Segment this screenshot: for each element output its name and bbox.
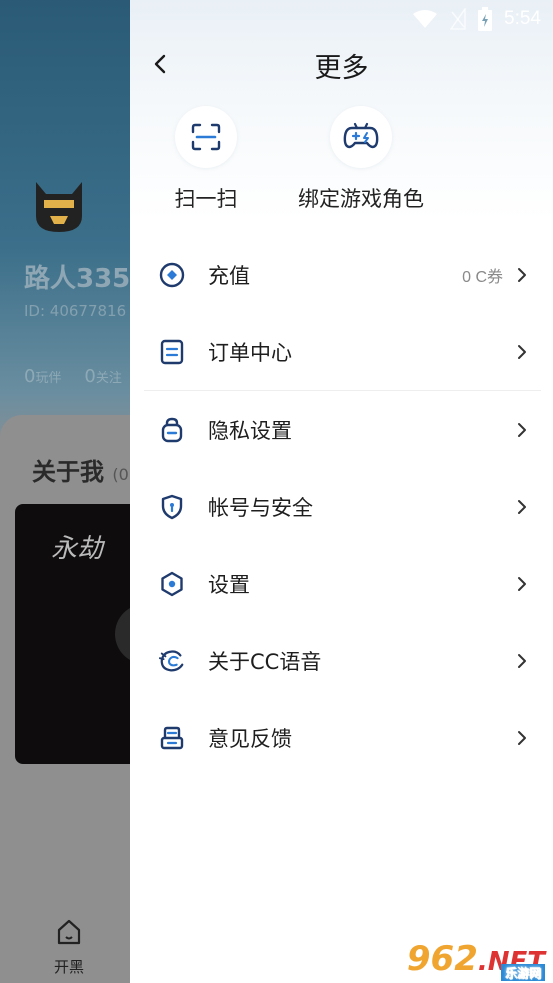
feedback-icon	[158, 724, 186, 752]
user-id: ID: 40677816	[24, 302, 127, 320]
menu-item-label: 订单中心	[208, 340, 292, 365]
menu-item-label: 隐私设置	[208, 418, 292, 443]
about-title-text: 关于我	[32, 458, 104, 486]
menu-item-label: 意见反馈	[208, 726, 292, 751]
menu-item-privacy[interactable]: 隐私设置	[130, 391, 553, 468]
gamepad-icon	[343, 122, 379, 149]
scan-button[interactable]: 扫一扫	[166, 106, 246, 213]
about-section-title: 关于我 (0	[32, 452, 129, 487]
chevron-right-icon	[517, 730, 529, 746]
friends-label: 玩伴	[35, 371, 62, 386]
menu-item-label: 设置	[208, 572, 250, 597]
chevron-right-icon	[517, 499, 529, 515]
menu-item-about-cc[interactable]: 关于CC语音	[130, 622, 553, 699]
watermark-sub: 乐游网	[500, 964, 545, 981]
chevron-right-icon	[517, 422, 529, 438]
watermark-brand: 962	[406, 939, 478, 979]
menu-item-feedback[interactable]: 意见反馈	[130, 699, 553, 776]
settings-icon	[158, 570, 186, 598]
page-title: 更多	[314, 53, 369, 84]
chevron-right-icon	[517, 267, 529, 283]
battery-icon	[478, 7, 493, 31]
gamepad-icon-circle	[330, 106, 392, 168]
status-bar: 5:54	[412, 6, 541, 32]
avatar	[36, 182, 82, 232]
following-label: 关注	[95, 371, 122, 386]
bind-game-role-label: 绑定游戏角色	[298, 187, 424, 211]
menu-item-label: 帐号与安全	[208, 495, 313, 520]
status-time: 5:54	[504, 8, 541, 29]
recharge-icon	[158, 261, 186, 289]
scan-icon-circle	[175, 106, 237, 168]
friends-count: 0	[24, 366, 36, 387]
chevron-right-icon	[517, 344, 529, 360]
about-count: (0	[112, 465, 129, 484]
cc-logo-icon	[158, 647, 186, 675]
follow-stats: 0玩伴 0关注	[24, 366, 122, 387]
menu-item-account-security[interactable]: 帐号与安全	[130, 468, 553, 545]
tab-kaihei[interactable]: 开黑	[50, 916, 88, 977]
more-drawer: 更多 扫一扫 绑定游戏角色 充值 0 C券 订单中心 隐私设置 帐号与安全 设置…	[130, 0, 553, 983]
menu-item-label: 充值	[208, 263, 250, 288]
menu-item-settings[interactable]: 设置	[130, 545, 553, 622]
drawer-header: 更多	[130, 40, 553, 88]
media-artwork: 永劫	[51, 534, 104, 564]
following-count: 0	[84, 366, 96, 387]
order-icon	[158, 338, 186, 366]
shield-icon	[158, 493, 186, 521]
menu-item-order-center[interactable]: 订单中心	[130, 313, 553, 390]
scan-label: 扫一扫	[174, 187, 238, 211]
chevron-right-icon	[517, 653, 529, 669]
bind-game-role-button[interactable]: 绑定游戏角色	[294, 106, 428, 213]
wifi-icon	[413, 10, 438, 28]
privacy-icon	[158, 416, 186, 444]
settings-menu: 充值 0 C券 订单中心 隐私设置 帐号与安全 设置 关于CC语音 意见反馈	[130, 236, 553, 776]
scan-icon	[191, 123, 221, 151]
menu-item-recharge[interactable]: 充值 0 C券	[130, 236, 553, 313]
site-watermark: 962.NET 乐游网	[406, 939, 545, 981]
chevron-right-icon	[517, 576, 529, 592]
signal-icon	[450, 8, 466, 30]
tab-kaihei-label: 开黑	[53, 958, 84, 976]
coupon-balance: 0 C券	[462, 268, 503, 286]
menu-item-label: 关于CC语音	[208, 649, 322, 674]
home-icon	[57, 919, 81, 945]
